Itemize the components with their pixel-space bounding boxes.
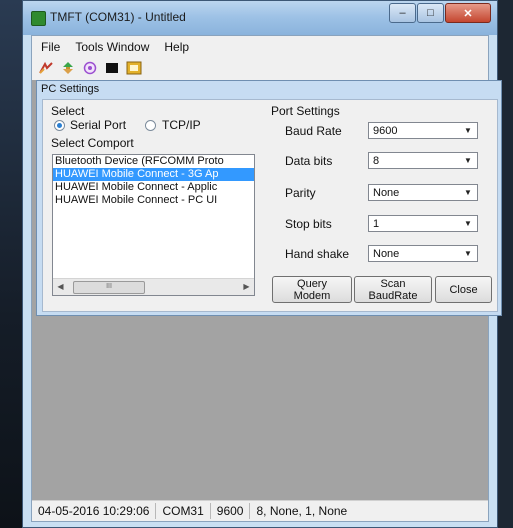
baud-rate-value: 9600 xyxy=(373,125,398,137)
chevron-down-icon[interactable]: ▼ xyxy=(461,154,475,167)
menu-file[interactable]: File xyxy=(35,40,66,54)
scroll-left-icon[interactable]: ◀ xyxy=(53,279,68,294)
dialog-body: Select Serial Port TCP/IP Select Comport… xyxy=(42,99,498,312)
query-modem-line2: Modem xyxy=(293,289,331,302)
serial-port-radio[interactable] xyxy=(54,120,65,131)
parity-select[interactable]: None ▼ xyxy=(368,184,478,201)
stop-bits-label: Stop bits xyxy=(285,217,332,231)
select-label: Select xyxy=(51,104,85,118)
tool-5-icon[interactable] xyxy=(126,61,142,75)
window-controls: – □ ✕ xyxy=(388,3,491,23)
window-title: TMFT (COM31) - Untitled xyxy=(50,10,186,24)
chevron-down-icon[interactable]: ▼ xyxy=(461,124,475,137)
scroll-thumb[interactable]: III xyxy=(73,281,145,294)
baud-rate-select[interactable]: 9600 ▼ xyxy=(368,122,478,139)
serial-port-label[interactable]: Serial Port xyxy=(70,118,126,132)
data-bits-select[interactable]: 8 ▼ xyxy=(368,152,478,169)
query-modem-line1: Query xyxy=(297,277,327,290)
toolbar xyxy=(32,58,488,78)
tool-3-icon[interactable] xyxy=(82,61,98,75)
chevron-down-icon[interactable]: ▼ xyxy=(461,247,475,260)
dialog-title: PC Settings xyxy=(41,83,100,95)
minimize-button[interactable]: – xyxy=(389,3,416,23)
app-icon xyxy=(31,11,46,26)
chevron-down-icon[interactable]: ▼ xyxy=(461,217,475,230)
status-bar: 04-05-2016 10:29:06 COM31 9600 8, None, … xyxy=(32,500,488,521)
select-comport-label: Select Comport xyxy=(51,136,134,150)
data-bits-label: Data bits xyxy=(285,154,333,168)
list-item[interactable]: HUAWEI Mobile Connect - PC UI xyxy=(53,194,254,207)
data-bits-value: 8 xyxy=(373,155,380,167)
stop-bits-value: 1 xyxy=(373,218,380,230)
status-port: COM31 xyxy=(156,503,211,519)
status-format: 8, None, 1, None xyxy=(256,504,348,518)
handshake-select[interactable]: None ▼ xyxy=(368,245,478,262)
parity-value: None xyxy=(373,187,400,199)
menu-help[interactable]: Help xyxy=(158,40,195,54)
menu-tools-window[interactable]: Tools Window xyxy=(69,40,155,54)
chevron-down-icon[interactable]: ▼ xyxy=(461,186,475,199)
scroll-right-icon[interactable]: ▶ xyxy=(239,279,254,294)
title-bar[interactable]: TMFT (COM31) - Untitled – □ ✕ xyxy=(23,1,497,35)
comport-list[interactable]: Bluetooth Device (RFCOMM Proto HUAWEI Mo… xyxy=(52,154,255,296)
scan-baudrate-button[interactable]: Scan BaudRate xyxy=(354,276,432,303)
tcpip-radio[interactable] xyxy=(145,120,156,131)
tool-4-icon[interactable] xyxy=(104,61,120,75)
menu-bar: File Tools Window Help xyxy=(32,36,488,58)
maximize-button[interactable]: □ xyxy=(417,3,444,23)
list-item[interactable]: HUAWEI Mobile Connect - 3G Ap xyxy=(53,168,254,181)
close-window-button[interactable]: ✕ xyxy=(445,3,491,23)
tcpip-label[interactable]: TCP/IP xyxy=(162,118,201,132)
status-datetime: 04-05-2016 10:29:06 xyxy=(32,503,157,519)
scan-baudrate-line2: BaudRate xyxy=(368,289,418,302)
port-settings-label: Port Settings xyxy=(271,104,340,118)
baud-rate-label: Baud Rate xyxy=(285,124,342,138)
tool-2-icon[interactable] xyxy=(60,61,76,75)
status-baud: 9600 xyxy=(211,503,251,519)
app-window: TMFT (COM31) - Untitled – □ ✕ File Tools… xyxy=(22,0,502,528)
close-dialog-button[interactable]: Close xyxy=(435,276,492,303)
list-item[interactable]: Bluetooth Device (RFCOMM Proto xyxy=(53,155,254,168)
tool-1-icon[interactable] xyxy=(38,61,54,75)
handshake-value: None xyxy=(373,248,400,260)
horizontal-scrollbar[interactable]: ◀ III ▶ xyxy=(53,278,254,295)
parity-label: Parity xyxy=(285,186,316,200)
scan-baudrate-line1: Scan xyxy=(380,277,406,290)
stop-bits-select[interactable]: 1 ▼ xyxy=(368,215,478,232)
handshake-label: Hand shake xyxy=(285,247,350,261)
client-area: File Tools Window Help PC Settings Selec… xyxy=(31,35,502,522)
query-modem-button[interactable]: Query Modem xyxy=(272,276,352,303)
list-item[interactable]: HUAWEI Mobile Connect - Applic xyxy=(53,181,254,194)
pc-settings-dialog: PC Settings Select Serial Port TCP/IP Se… xyxy=(36,80,502,316)
